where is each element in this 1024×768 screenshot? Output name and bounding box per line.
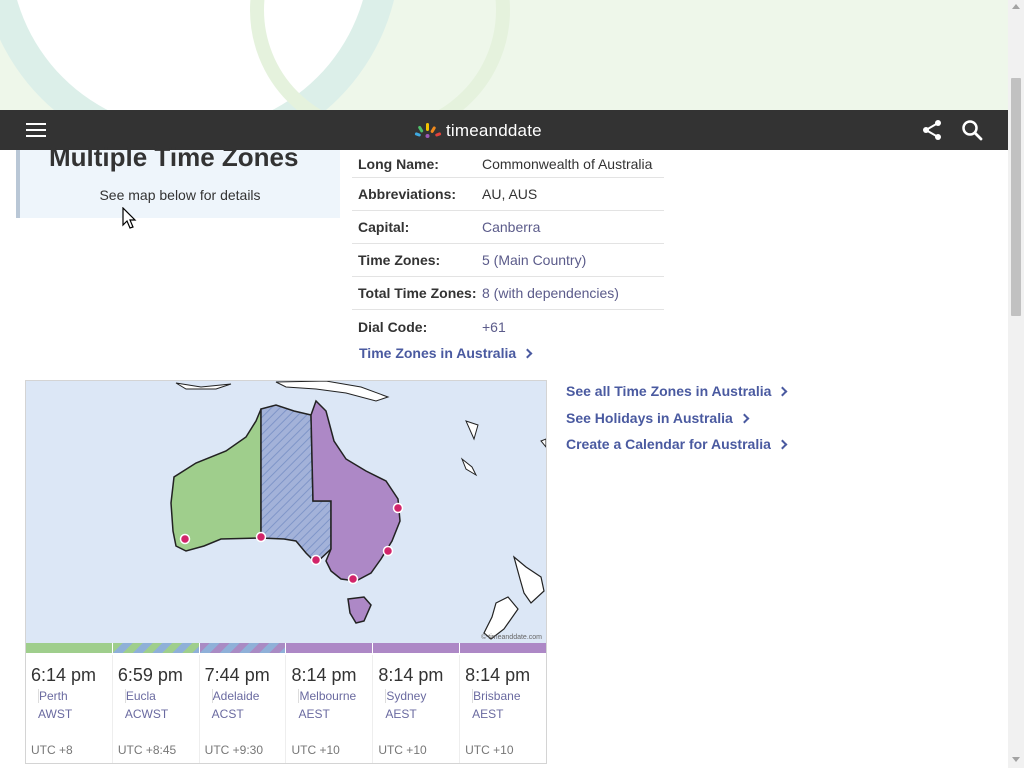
zone-bar-aest <box>373 643 460 653</box>
page-scrollbar[interactable] <box>1008 0 1024 768</box>
link-text: Create a Calendar for Australia <box>566 436 771 452</box>
info-label: Long Name: <box>358 155 439 172</box>
zone-bar-awst <box>26 643 112 653</box>
city-name[interactable]: Melbourne <box>298 689 356 703</box>
city-utc-offset: UTC +8 <box>31 743 73 757</box>
scroll-up-arrow-icon[interactable] <box>1012 4 1020 9</box>
info-label: Total Time Zones: <box>358 285 477 301</box>
city-utc-offset: UTC +10 <box>378 743 427 757</box>
logo-text: timeanddate <box>446 121 542 140</box>
time-zone-map-widget: © timeanddate.com 6:14 pm Perth AWST UTC… <box>25 380 547 764</box>
city-utc-offset: UTC +8:45 <box>117 743 177 757</box>
city-sydney[interactable]: 8:14 pm Sydney AEST UTC +10 <box>373 655 461 763</box>
info-row-long-name: Long Name: Commonwealth of Australia <box>352 150 664 178</box>
dial-code-link[interactable]: +61 <box>482 319 506 335</box>
chevron-right-icon <box>777 439 788 450</box>
city-eucla[interactable]: 6:59 pm Eucla ACWST UTC +8:45 <box>113 655 200 763</box>
map-credit: © timeanddate.com <box>481 634 542 641</box>
scrollbar-thumb[interactable] <box>1011 78 1021 316</box>
city-perth[interactable]: 6:14 pm Perth AWST UTC +8 <box>26 655 113 763</box>
australia-map-svg <box>170 381 546 640</box>
info-row-total-time-zones: Total Time Zones: 8 (with dependencies) <box>352 277 664 310</box>
time-zone-summary-card: Multiple Time Zones See map below for de… <box>16 142 340 218</box>
city-abbr: ACWST <box>124 707 169 721</box>
info-label: Abbreviations: <box>358 186 457 202</box>
info-row-capital: Capital: Canberra <box>352 211 664 244</box>
chevron-right-icon <box>777 386 788 397</box>
city-abbr: AEST <box>472 707 504 721</box>
city-utc-offset: UTC +10 <box>465 743 514 757</box>
decorative-ring <box>250 0 510 110</box>
info-value: AU, AUS <box>482 186 538 202</box>
mouse-cursor-icon <box>122 207 137 229</box>
info-value: Commonwealth of Australia <box>482 155 653 172</box>
site-logo[interactable]: timeanddate <box>414 120 542 142</box>
zone-bar-acwst <box>112 643 199 653</box>
tz-card-title: Multiple Time Zones <box>49 142 299 172</box>
city-times-row: 6:14 pm Perth AWST UTC +8 6:59 pm Eucla … <box>26 655 546 763</box>
city-name[interactable]: Eucla <box>124 689 156 703</box>
zone-color-bars <box>26 643 546 655</box>
hamburger-menu-icon[interactable] <box>26 123 46 137</box>
city-abbr: AWST <box>38 707 73 721</box>
chevron-right-icon <box>739 413 750 423</box>
info-label: Dial Code: <box>358 318 428 335</box>
share-icon[interactable] <box>920 118 944 142</box>
country-info-table: Long Name: Commonwealth of Australia Abb… <box>352 150 664 343</box>
tz-card-subtitle: See map below for details <box>99 187 261 203</box>
city-abbr: AEST <box>385 707 417 721</box>
zone-bar-aest <box>286 643 373 653</box>
city-time: 7:44 pm <box>204 665 270 685</box>
info-row-dial-code: Dial Code: +61 <box>352 310 664 343</box>
zone-bar-acst <box>199 643 286 653</box>
city-name[interactable]: Brisbane <box>472 689 521 703</box>
city-utc-offset: UTC +9:30 <box>204 743 264 757</box>
city-abbr: ACST <box>211 707 244 721</box>
info-row-time-zones: Time Zones: 5 (Main Country) <box>352 244 664 277</box>
see-all-time-zones-link[interactable]: See all Time Zones in Australia <box>566 383 788 410</box>
city-abbr: AEST <box>298 707 330 721</box>
city-name[interactable]: Adelaide <box>211 689 259 703</box>
city-name[interactable]: Sydney <box>385 689 426 703</box>
city-time: 6:14 pm <box>31 665 97 685</box>
related-links: See all Time Zones in Australia See Holi… <box>566 383 788 463</box>
city-time: 8:14 pm <box>465 665 531 685</box>
city-name[interactable]: Perth <box>38 689 68 703</box>
scroll-down-arrow-icon[interactable] <box>1012 757 1020 762</box>
create-calendar-link[interactable]: Create a Calendar for Australia <box>566 436 788 463</box>
hero-banner <box>0 0 1008 110</box>
total-time-zones-link[interactable]: 8 (with dependencies) <box>482 285 619 301</box>
city-time: 6:59 pm <box>117 665 183 685</box>
zone-bar-aest <box>460 643 546 653</box>
info-row-abbreviations: Abbreviations: AU, AUS <box>352 178 664 211</box>
info-label: Capital: <box>358 219 410 235</box>
time-zones-link[interactable]: 5 (Main Country) <box>482 252 586 268</box>
search-icon[interactable] <box>960 118 984 142</box>
city-brisbane[interactable]: 8:14 pm Brisbane AEST UTC +10 <box>460 655 546 763</box>
time-zones-in-australia-link[interactable]: Time Zones in Australia <box>359 345 533 361</box>
link-text: See all Time Zones in Australia <box>566 383 772 399</box>
info-label: Time Zones: <box>358 252 441 268</box>
city-utc-offset: UTC +10 <box>291 743 340 757</box>
australia-map[interactable]: © timeanddate.com <box>26 381 546 643</box>
capital-link[interactable]: Canberra <box>482 219 540 235</box>
city-time: 8:14 pm <box>378 665 444 685</box>
city-adelaide[interactable]: 7:44 pm Adelaide ACST UTC +9:30 <box>200 655 287 763</box>
city-melbourne[interactable]: 8:14 pm Melbourne AEST UTC +10 <box>286 655 374 763</box>
chevron-right-icon <box>522 348 533 359</box>
logo-sunburst-icon <box>414 123 442 138</box>
link-text: Time Zones in Australia <box>359 345 517 361</box>
link-text: See Holidays in Australia <box>566 409 733 426</box>
city-time: 8:14 pm <box>291 665 357 685</box>
see-holidays-link[interactable]: See Holidays in Australia <box>566 410 786 437</box>
